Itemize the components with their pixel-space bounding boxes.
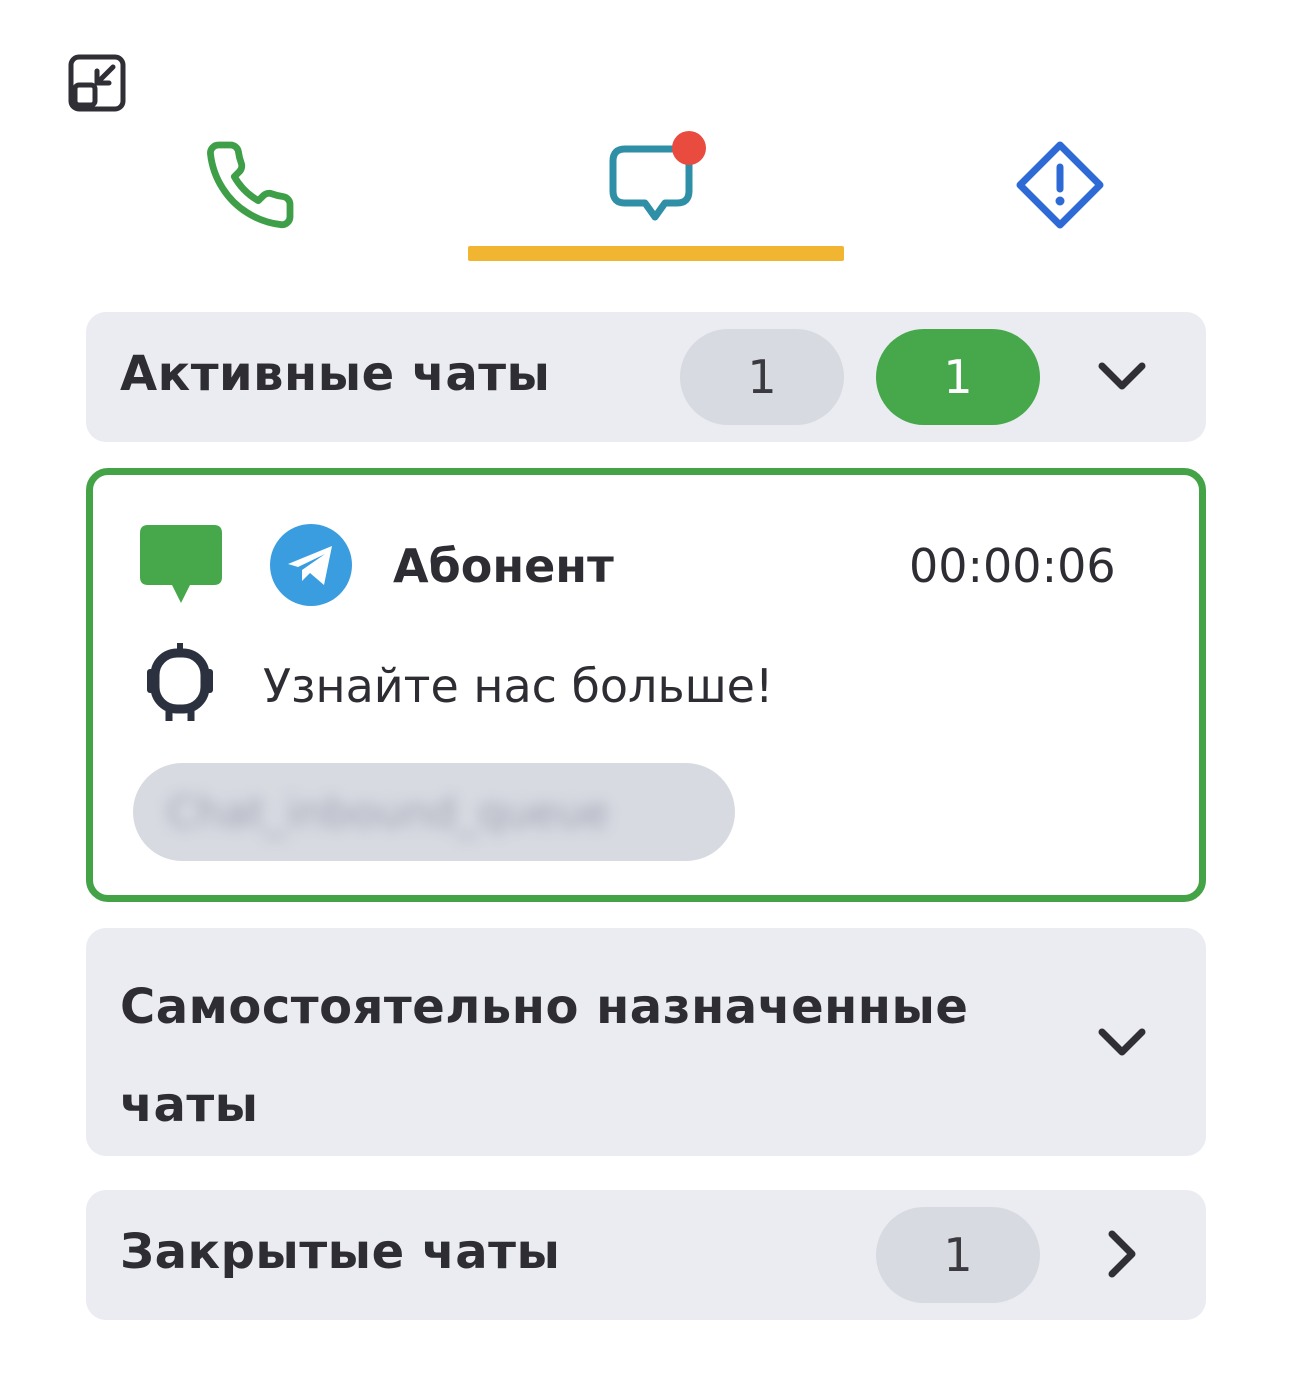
section-title: Активные чаты	[120, 346, 551, 402]
contact-name: Абонент	[393, 539, 614, 593]
channel-tabs	[0, 130, 1302, 270]
chat-card[interactable]: Абонент 00:00:06 Узнайте нас больше! Cha…	[86, 468, 1206, 902]
last-message: Узнайте нас больше!	[263, 659, 774, 713]
chat-timer: 00:00:06	[909, 539, 1116, 593]
active-tab-indicator	[468, 246, 844, 261]
count-badge: 1	[680, 329, 844, 425]
collapse-button[interactable]	[64, 50, 130, 116]
section-title: Самостоятельно назначенные чаты	[120, 979, 969, 1133]
notification-dot	[672, 131, 706, 165]
chevron-right-icon[interactable]	[1092, 1224, 1152, 1284]
queue-badge: Chat_inbound_queue	[133, 763, 735, 861]
tab-chats[interactable]	[560, 130, 750, 240]
queue-name: Chat_inbound_queue	[167, 787, 610, 837]
section-self-assigned-chats[interactable]: Самостоятельно назначенные чаты	[86, 928, 1206, 1156]
count-badge: 1	[876, 1207, 1040, 1303]
collapse-window-icon	[68, 54, 126, 112]
section-closed-chats[interactable]: Закрытые чаты 1	[86, 1190, 1206, 1320]
chat-status-icon	[140, 525, 222, 603]
section-title: Закрытые чаты	[120, 1224, 561, 1280]
chevron-down-icon[interactable]	[1092, 1012, 1152, 1072]
bot-icon	[147, 643, 213, 721]
warning-diamond-icon	[1016, 141, 1104, 229]
tab-calls[interactable]	[180, 130, 320, 240]
tab-alerts[interactable]	[990, 130, 1130, 240]
phone-icon	[207, 141, 294, 229]
telegram-icon	[270, 524, 352, 606]
new-count-badge: 1	[876, 329, 1040, 425]
section-active-chats[interactable]: Активные чаты 1 1	[86, 312, 1206, 442]
chevron-down-icon[interactable]	[1092, 346, 1152, 406]
